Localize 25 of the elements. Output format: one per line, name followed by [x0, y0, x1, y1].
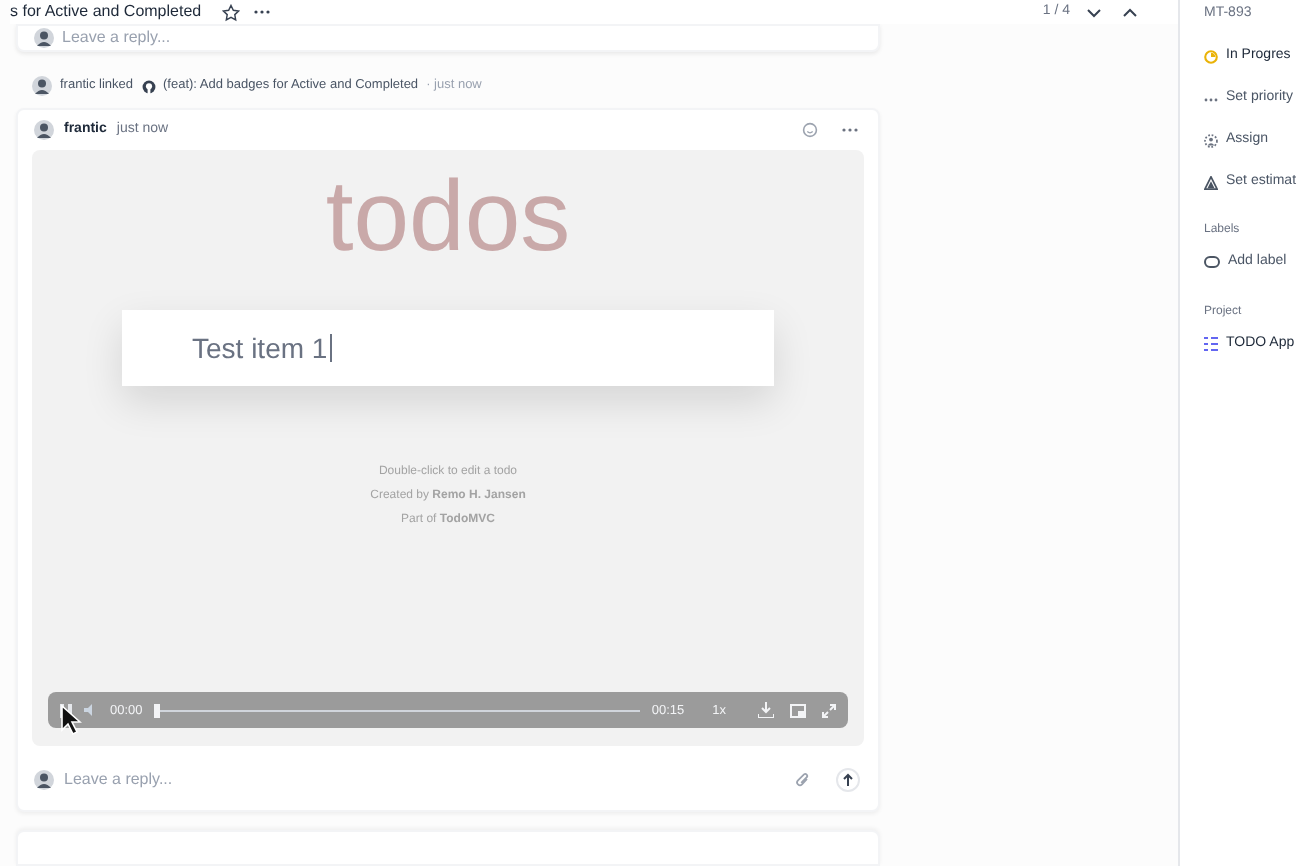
more-icon[interactable] — [253, 10, 270, 15]
chevron-up-icon[interactable] — [1122, 7, 1138, 18]
more-icon[interactable] — [842, 128, 858, 133]
todo-app-title: todos — [325, 158, 571, 277]
avatar-icon — [34, 770, 54, 791]
status-icon — [1204, 50, 1218, 64]
fullscreen-icon[interactable] — [822, 703, 836, 718]
paperclip-icon[interactable] — [796, 772, 810, 789]
chevron-down-icon[interactable] — [1086, 7, 1102, 18]
emoji-icon[interactable] — [802, 122, 818, 139]
picture-in-picture-icon[interactable] — [790, 703, 806, 718]
avatar-icon — [34, 28, 54, 49]
issue-title: s for Active and Completed — [10, 0, 202, 25]
volume-icon[interactable] — [84, 704, 98, 717]
tag-icon — [1204, 256, 1220, 269]
send-icon[interactable] — [836, 768, 860, 793]
project-icon — [1204, 335, 1218, 352]
download-icon[interactable] — [758, 702, 774, 719]
avatar-icon — [32, 76, 52, 97]
todo-input[interactable]: Test item 1 — [122, 310, 774, 387]
avatar-icon — [34, 120, 54, 141]
mouse-cursor-icon — [60, 704, 82, 737]
github-icon — [141, 79, 155, 94]
triangle-icon — [1204, 176, 1218, 190]
star-icon[interactable] — [221, 3, 240, 22]
